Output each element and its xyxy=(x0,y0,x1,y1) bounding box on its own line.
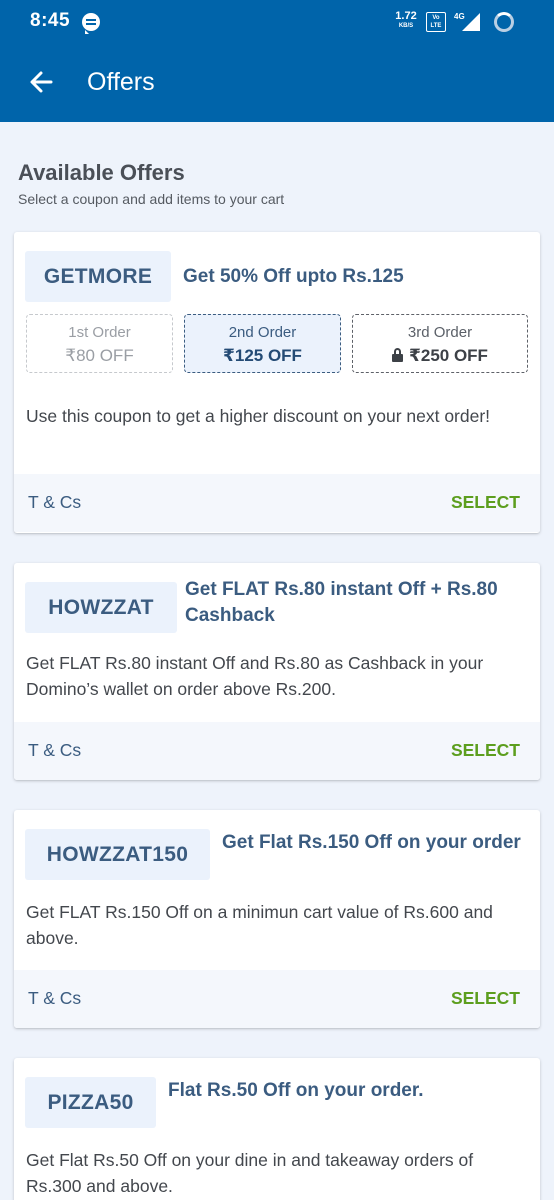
order-tier-3: 3rd Order ₹250 OFF xyxy=(352,314,528,373)
offer-description: Get FLAT Rs.150 Off on a minimun cart va… xyxy=(26,902,493,948)
section-subtitle: Select a coupon and add items to your ca… xyxy=(18,191,285,207)
network-speed: 1.72 KB/S xyxy=(392,10,420,30)
order-tier-label: 1st Order xyxy=(68,324,131,341)
status-bar: 8:45 1.72 KB/S Vo LTE 4G xyxy=(0,0,554,42)
offer-description: Use this coupon to get a higher discount… xyxy=(26,406,491,426)
coupon-code: PIZZA50 xyxy=(25,1077,156,1128)
order-tier-label: 3rd Order xyxy=(407,324,473,341)
volte-top-label: Vo xyxy=(432,15,440,21)
offer-card-howzzat: HOWZZAT Get FLAT Rs.80 instant Off + Rs.… xyxy=(14,563,540,780)
card-footer: T & Cs SELECT xyxy=(14,722,540,780)
coupon-code: GETMORE xyxy=(25,251,171,302)
coupon-code: HOWZZAT150 xyxy=(25,829,210,880)
coupon-code: HOWZZAT xyxy=(25,582,177,633)
offer-description: Get Flat Rs.50 Off on your dine in and t… xyxy=(26,1150,474,1196)
app-bar: Offers xyxy=(0,42,554,122)
card-footer: T & Cs SELECT xyxy=(14,970,540,1028)
offer-card-pizza50: PIZZA50 Flat Rs.50 Off on your order. Ge… xyxy=(14,1058,540,1200)
battery-icon xyxy=(494,12,514,32)
volte-bottom-label: LTE xyxy=(430,23,442,29)
order-tier-label: 2nd Order xyxy=(228,324,297,341)
terms-link[interactable]: T & Cs xyxy=(28,988,81,1009)
offer-card-getmore: GETMORE Get 50% Off upto Rs.125 1st Orde… xyxy=(14,232,540,533)
volte-icon: Vo LTE xyxy=(426,12,446,32)
order-tier-value: ₹250 OFF xyxy=(409,346,488,365)
network-type-label: 4G xyxy=(454,12,465,21)
offer-card-howzzat150: HOWZZAT150 Get Flat Rs.150 Off on your o… xyxy=(14,810,540,1028)
page-title: Offers xyxy=(87,68,155,96)
signal-icon: 4G xyxy=(452,11,484,33)
select-button[interactable]: SELECT xyxy=(451,740,520,761)
offer-description: Get FLAT Rs.80 instant Off and Rs.80 as … xyxy=(26,653,484,699)
order-tier-value: ₹125 OFF xyxy=(223,346,302,365)
terms-link[interactable]: T & Cs xyxy=(28,492,81,513)
status-time: 8:45 xyxy=(30,10,71,31)
network-speed-unit: KB/S xyxy=(398,23,414,29)
card-footer: T & Cs SELECT xyxy=(14,474,540,532)
order-tier-2: 2nd Order ₹125 OFF xyxy=(184,314,341,373)
message-icon xyxy=(82,13,100,34)
terms-link[interactable]: T & Cs xyxy=(28,740,81,761)
select-button[interactable]: SELECT xyxy=(451,492,520,513)
back-button[interactable] xyxy=(20,60,64,104)
section-title: Available Offers xyxy=(18,160,185,185)
arrow-left-icon xyxy=(30,71,53,93)
order-tier-1: 1st Order ₹80 OFF xyxy=(26,314,173,373)
offer-title: Get Flat Rs.150 Off on your order xyxy=(222,832,521,853)
order-tier-value-row: ₹250 OFF xyxy=(353,346,527,366)
offer-title: Get FLAT Rs.80 instant Off + Rs.80 Cashb… xyxy=(185,579,498,626)
network-speed-value: 1.72 xyxy=(395,10,417,22)
lock-icon xyxy=(392,348,404,362)
offer-title: Flat Rs.50 Off on your order. xyxy=(168,1080,424,1101)
select-button[interactable]: SELECT xyxy=(451,988,520,1009)
offer-title: Get 50% Off upto Rs.125 xyxy=(183,266,404,287)
order-tier-value: ₹80 OFF xyxy=(65,346,134,365)
